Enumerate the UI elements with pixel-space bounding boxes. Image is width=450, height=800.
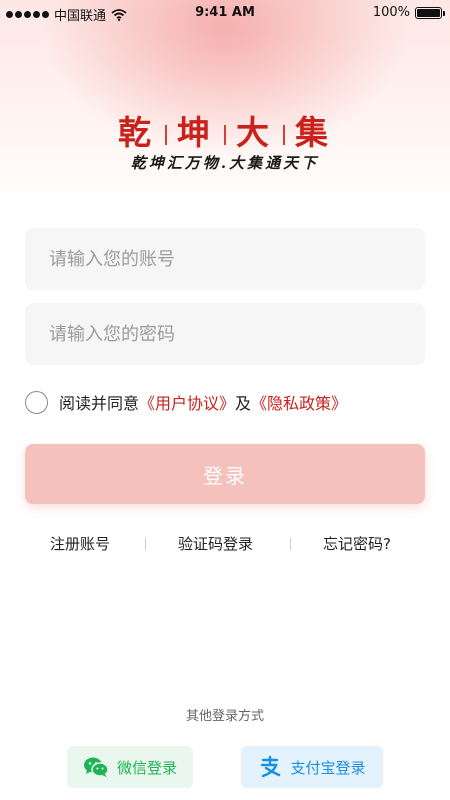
account-input[interactable] [25, 228, 425, 290]
user-agreement-link[interactable]: 《用户协议》 [139, 390, 235, 414]
app-logo-title: 乾坤大集 [0, 106, 450, 154]
register-link[interactable]: 注册账号 [50, 533, 110, 554]
wechat-login-button[interactable]: 微信登录 [67, 746, 193, 788]
link-divider [290, 538, 291, 550]
logo-divider [165, 125, 167, 145]
logo-divider [283, 125, 285, 145]
privacy-policy-link[interactable]: 《隐私政策》 [251, 390, 347, 414]
password-input[interactable] [25, 303, 425, 365]
secondary-links: 注册账号 验证码登录 忘记密码? [0, 533, 450, 557]
other-login-title: 其他登录方式 [185, 709, 264, 724]
status-right: 100% [372, 5, 445, 20]
logo-char: 大 [236, 113, 273, 152]
forgot-password-link[interactable]: 忘记密码? [323, 533, 391, 554]
battery-icon [415, 6, 445, 19]
status-bar: 中国联通 9:41 AM 100% [0, 0, 450, 26]
logo-char: 乾 [118, 113, 155, 152]
agreement-prefix: 阅读并同意 [59, 394, 140, 413]
sms-login-link[interactable]: 验证码登录 [178, 533, 253, 554]
logo-char: 集 [295, 113, 332, 152]
agreement-checkbox[interactable] [25, 390, 48, 414]
wechat-icon [83, 757, 109, 777]
alipay-icon [261, 755, 281, 778]
agreement-and: 及 [235, 394, 252, 413]
battery-percent: 100% [372, 5, 410, 20]
login-button[interactable]: 登录 [25, 444, 425, 504]
agreement-row: 阅读并同意 《用户协议》 及 《隐私政策》 [25, 390, 347, 414]
link-divider [145, 538, 146, 550]
wechat-login-label: 微信登录 [116, 758, 177, 777]
alipay-login-label: 支付宝登录 [290, 758, 366, 777]
logo-char: 坤 [177, 113, 214, 152]
alipay-login-button[interactable]: 支付宝登录 [241, 746, 383, 788]
app-slogan: 乾坤汇万物.大集通天下 [130, 154, 320, 172]
header-background [0, 0, 450, 210]
logo-divider [224, 125, 226, 145]
